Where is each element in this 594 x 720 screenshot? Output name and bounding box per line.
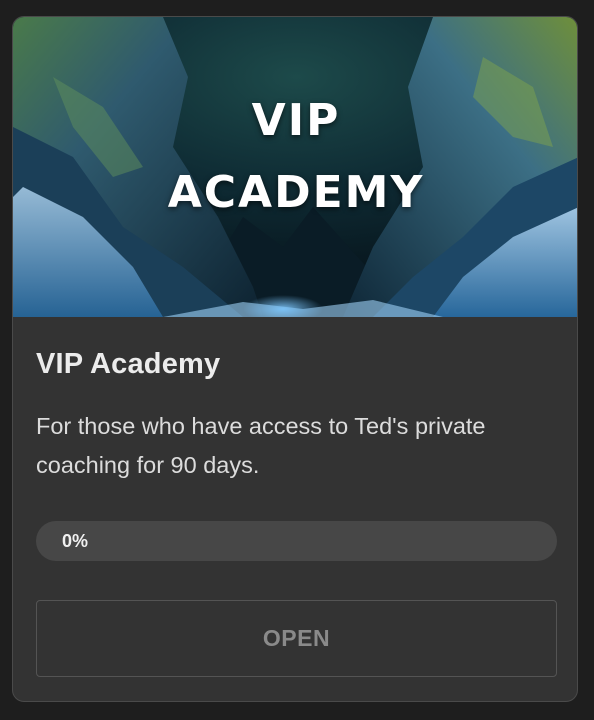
course-hero-image[interactable]: VIP ACADEMY bbox=[13, 17, 577, 317]
course-card: VIP ACADEMY VIP Academy For those who ha… bbox=[12, 16, 578, 702]
hero-title-line-1: VIP bbox=[251, 95, 341, 146]
course-title: VIP Academy bbox=[36, 348, 221, 380]
progress-bar: 0% bbox=[36, 521, 557, 561]
hero-title-line-2: ACADEMY bbox=[167, 167, 425, 218]
open-button[interactable]: OPEN bbox=[36, 600, 557, 677]
progress-label: 0% bbox=[62, 531, 89, 551]
course-description: For those who have access to Ted's priva… bbox=[36, 413, 486, 478]
